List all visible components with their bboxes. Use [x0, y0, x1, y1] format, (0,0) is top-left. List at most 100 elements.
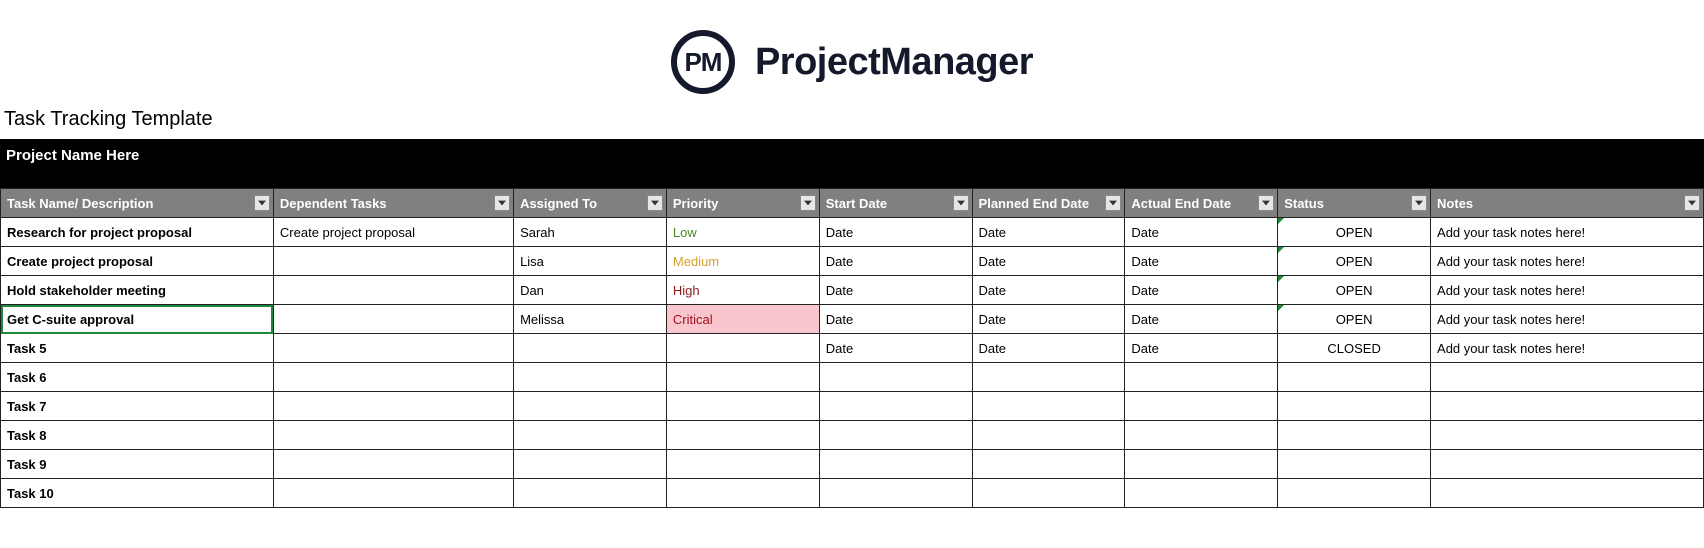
cell-dependent[interactable] — [273, 421, 513, 450]
cell-notes[interactable] — [1431, 479, 1704, 508]
cell-planned-end[interactable] — [972, 392, 1125, 421]
cell-notes[interactable]: Add your task notes here! — [1431, 247, 1704, 276]
cell-planned-end[interactable]: Date — [972, 247, 1125, 276]
cell-actual-end[interactable] — [1125, 479, 1278, 508]
cell-actual-end[interactable] — [1125, 363, 1278, 392]
filter-dropdown-icon[interactable] — [1684, 195, 1700, 211]
project-name-bar[interactable]: Project Name Here — [0, 139, 1704, 188]
header-actual-end[interactable]: Actual End Date — [1125, 189, 1278, 218]
cell-status[interactable]: CLOSED — [1278, 334, 1431, 363]
cell-notes[interactable] — [1431, 450, 1704, 479]
cell-notes[interactable]: Add your task notes here! — [1431, 305, 1704, 334]
filter-dropdown-icon[interactable] — [254, 195, 270, 211]
cell-dependent[interactable]: Create project proposal — [273, 218, 513, 247]
header-priority[interactable]: Priority — [666, 189, 819, 218]
cell-assigned[interactable]: Sarah — [514, 218, 667, 247]
cell-notes[interactable] — [1431, 363, 1704, 392]
header-planned-end[interactable]: Planned End Date — [972, 189, 1125, 218]
cell-dependent[interactable] — [273, 363, 513, 392]
cell-notes[interactable]: Add your task notes here! — [1431, 218, 1704, 247]
cell-status[interactable] — [1278, 392, 1431, 421]
cell-status[interactable] — [1278, 421, 1431, 450]
cell-priority[interactable] — [666, 392, 819, 421]
cell-task[interactable]: Task 9 — [1, 450, 274, 479]
cell-actual-end[interactable]: Date — [1125, 218, 1278, 247]
cell-dependent[interactable] — [273, 479, 513, 508]
cell-planned-end[interactable]: Date — [972, 305, 1125, 334]
cell-task[interactable]: Research for project proposal — [1, 218, 274, 247]
cell-task[interactable]: Task 6 — [1, 363, 274, 392]
cell-status[interactable]: OPEN — [1278, 247, 1431, 276]
filter-dropdown-icon[interactable] — [494, 195, 510, 211]
cell-task[interactable]: Task 10 — [1, 479, 274, 508]
cell-task[interactable]: Task 5 — [1, 334, 274, 363]
cell-assigned[interactable] — [514, 363, 667, 392]
filter-dropdown-icon[interactable] — [953, 195, 969, 211]
cell-task[interactable]: Hold stakeholder meeting — [1, 276, 274, 305]
cell-dependent[interactable] — [273, 247, 513, 276]
cell-assigned[interactable] — [514, 334, 667, 363]
cell-status[interactable] — [1278, 450, 1431, 479]
cell-planned-end[interactable] — [972, 479, 1125, 508]
cell-dependent[interactable] — [273, 392, 513, 421]
cell-status[interactable] — [1278, 363, 1431, 392]
cell-planned-end[interactable]: Date — [972, 276, 1125, 305]
cell-actual-end[interactable]: Date — [1125, 305, 1278, 334]
cell-priority[interactable] — [666, 479, 819, 508]
cell-status[interactable]: OPEN — [1278, 218, 1431, 247]
cell-start-date[interactable] — [819, 392, 972, 421]
cell-start-date[interactable] — [819, 363, 972, 392]
header-notes[interactable]: Notes — [1431, 189, 1704, 218]
cell-actual-end[interactable] — [1125, 450, 1278, 479]
cell-status[interactable]: OPEN — [1278, 276, 1431, 305]
cell-notes[interactable] — [1431, 421, 1704, 450]
cell-priority[interactable]: Medium — [666, 247, 819, 276]
cell-assigned[interactable]: Dan — [514, 276, 667, 305]
filter-dropdown-icon[interactable] — [1258, 195, 1274, 211]
cell-start-date[interactable]: Date — [819, 247, 972, 276]
cell-actual-end[interactable] — [1125, 421, 1278, 450]
cell-assigned[interactable] — [514, 479, 667, 508]
cell-start-date[interactable]: Date — [819, 218, 972, 247]
cell-planned-end[interactable] — [972, 363, 1125, 392]
cell-assigned[interactable] — [514, 450, 667, 479]
cell-start-date[interactable]: Date — [819, 334, 972, 363]
header-assigned[interactable]: Assigned To — [514, 189, 667, 218]
cell-planned-end[interactable] — [972, 421, 1125, 450]
cell-dependent[interactable] — [273, 334, 513, 363]
cell-actual-end[interactable]: Date — [1125, 334, 1278, 363]
cell-notes[interactable] — [1431, 392, 1704, 421]
cell-start-date[interactable] — [819, 421, 972, 450]
cell-actual-end[interactable]: Date — [1125, 276, 1278, 305]
cell-planned-end[interactable] — [972, 450, 1125, 479]
cell-notes[interactable]: Add your task notes here! — [1431, 334, 1704, 363]
cell-notes[interactable]: Add your task notes here! — [1431, 276, 1704, 305]
cell-assigned[interactable] — [514, 421, 667, 450]
cell-priority[interactable] — [666, 363, 819, 392]
header-dependent[interactable]: Dependent Tasks — [273, 189, 513, 218]
cell-priority[interactable] — [666, 334, 819, 363]
cell-dependent[interactable] — [273, 450, 513, 479]
cell-task[interactable]: Task 8 — [1, 421, 274, 450]
header-start-date[interactable]: Start Date — [819, 189, 972, 218]
cell-planned-end[interactable]: Date — [972, 218, 1125, 247]
cell-priority[interactable]: Low — [666, 218, 819, 247]
cell-priority[interactable]: High — [666, 276, 819, 305]
cell-priority[interactable] — [666, 450, 819, 479]
filter-dropdown-icon[interactable] — [1411, 195, 1427, 211]
cell-start-date[interactable]: Date — [819, 305, 972, 334]
cell-priority[interactable]: Critical — [666, 305, 819, 334]
cell-dependent[interactable] — [273, 276, 513, 305]
cell-actual-end[interactable] — [1125, 392, 1278, 421]
header-task[interactable]: Task Name/ Description — [1, 189, 274, 218]
cell-start-date[interactable] — [819, 479, 972, 508]
cell-task[interactable]: Get C-suite approval — [1, 305, 274, 334]
cell-assigned[interactable]: Lisa — [514, 247, 667, 276]
cell-dependent[interactable] — [273, 305, 513, 334]
filter-dropdown-icon[interactable] — [1105, 195, 1121, 211]
cell-start-date[interactable] — [819, 450, 972, 479]
cell-status[interactable] — [1278, 479, 1431, 508]
cell-planned-end[interactable]: Date — [972, 334, 1125, 363]
cell-priority[interactable] — [666, 421, 819, 450]
filter-dropdown-icon[interactable] — [800, 195, 816, 211]
